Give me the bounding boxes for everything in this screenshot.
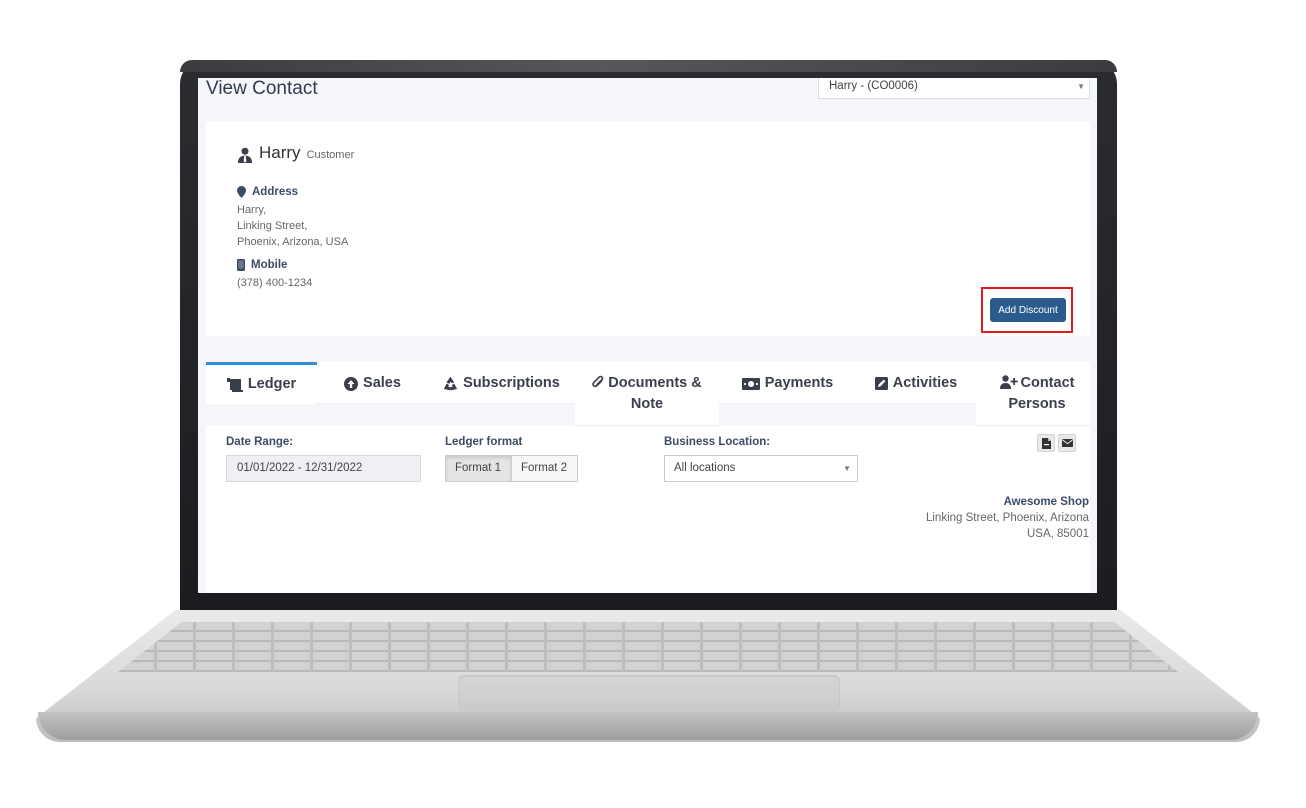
envelope-icon [1061, 439, 1073, 447]
mobile-label-row: Mobile [237, 259, 287, 271]
edit-icon [874, 377, 888, 390]
business-location-label: Business Location: [664, 436, 771, 448]
laptop-keyboard [118, 622, 1178, 672]
contact-name: Harry [259, 143, 301, 162]
tab-activities[interactable]: Activities [856, 362, 976, 404]
pdf-download-button[interactable] [1037, 434, 1055, 452]
address-line-1: Harry, [237, 204, 267, 216]
add-discount-button[interactable]: Add Discount [990, 298, 1066, 322]
chevron-down-icon: ▼ [843, 464, 851, 473]
tab-ledger[interactable]: Ledger [206, 362, 317, 404]
tab-subscriptions[interactable]: Subscriptions [428, 362, 575, 404]
contact-type: Customer [306, 149, 355, 161]
map-marker-icon [237, 186, 246, 198]
tab-activities-label: Activities [892, 375, 958, 391]
date-range-input[interactable]: 01/01/2022 - 12/31/2022 [226, 455, 421, 482]
tab-contact-persons[interactable]: Contact Persons [976, 362, 1090, 426]
contact-info-card: Harry Customer Address Harry, Linking St… [206, 122, 1090, 336]
mobile-label: Mobile [251, 259, 288, 271]
ledger-panel: Date Range: 01/01/2022 - 12/31/2022 Ledg… [206, 426, 1090, 593]
tab-subscriptions-label: Subscriptions [463, 375, 560, 391]
tab-sales-label: Sales [363, 375, 401, 391]
contact-heading: Harry Customer [237, 143, 354, 163]
user-plus-icon [999, 375, 1018, 389]
email-button[interactable] [1058, 434, 1076, 452]
ledger-format-label: Ledger format [445, 436, 523, 448]
business-location-value: All locations [674, 462, 736, 474]
shop-address-line-2: USA, 85001 [1026, 528, 1089, 540]
contact-tabs: Ledger Sales Subscriptions Documents & N… [206, 362, 1097, 426]
mobile-number: (378) 400-1234 [237, 277, 313, 289]
mobile-phone-icon [237, 259, 245, 271]
shop-name-heading: Awesome Shop [1003, 496, 1089, 508]
format-2-button[interactable]: Format 2 [511, 455, 578, 482]
address-line-3: Phoenix, Arizona, USA [237, 236, 349, 248]
tab-sales[interactable]: Sales [317, 362, 428, 404]
user-tie-icon [237, 147, 253, 163]
business-location-select[interactable]: All locations ▼ [664, 455, 858, 482]
ledger-icon [226, 377, 243, 392]
laptop-base-edge [38, 712, 1258, 740]
paperclip-icon [592, 375, 604, 389]
arrow-circle-up-icon [344, 376, 359, 391]
format-1-button[interactable]: Format 1 [445, 455, 512, 482]
contact-select[interactable]: Harry - (CO0006) ▼ [818, 78, 1090, 99]
page-title: View Contact [206, 78, 318, 99]
money-icon [741, 377, 760, 390]
date-range-label: Date Range: [226, 436, 294, 448]
address-line-2: Linking Street, [237, 220, 308, 232]
tab-contact-persons-label: Contact Persons [1008, 375, 1075, 412]
tab-documents-note[interactable]: Documents & Note [575, 362, 719, 426]
recycle-icon [443, 376, 458, 391]
tab-documents-note-label: Documents & Note [608, 375, 702, 412]
laptop-trackpad [458, 675, 840, 711]
tab-payments-label: Payments [764, 375, 834, 391]
contact-select-value: Harry - (CO0006) [829, 80, 918, 92]
address-label-row: Address [237, 186, 298, 198]
address-label: Address [252, 186, 299, 198]
file-pdf-icon [1041, 437, 1051, 449]
app-screen: View Contact Harry - (CO0006) ▼ Harry Cu… [198, 78, 1097, 593]
chevron-down-icon: ▼ [1077, 82, 1085, 91]
tab-ledger-label: Ledger [247, 376, 297, 392]
shop-address-line-1: Linking Street, Phoenix, Arizona [925, 512, 1089, 524]
tab-payments[interactable]: Payments [719, 362, 856, 404]
